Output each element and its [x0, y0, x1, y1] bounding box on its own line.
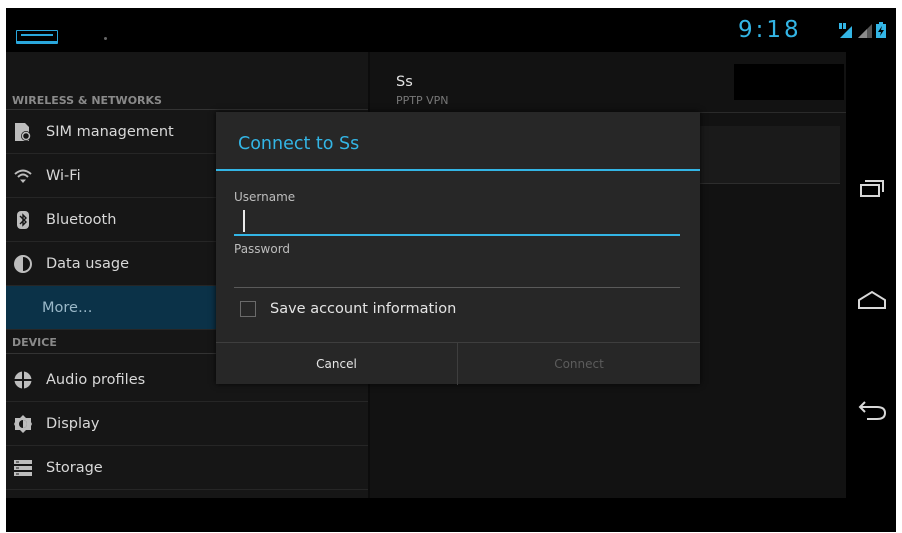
action-bar-area	[734, 64, 844, 100]
home-icon	[858, 290, 886, 309]
data-usage-icon	[14, 254, 32, 273]
sidebar-item-label: Wi-Fi	[46, 167, 81, 184]
save-account-row[interactable]: Save account information	[238, 298, 456, 320]
bottom-bar	[6, 498, 896, 532]
text-cursor	[243, 210, 245, 232]
connect-vpn-dialog: Connect to Ss Username Password Save acc…	[216, 112, 700, 385]
password-input[interactable]	[234, 258, 680, 288]
clock: 9:18	[738, 17, 802, 43]
data-activity-icon	[839, 23, 852, 38]
signal-icon	[858, 24, 872, 38]
connect-button[interactable]: Connect	[458, 343, 700, 385]
wifi-icon	[14, 167, 32, 185]
status-dot	[104, 37, 107, 40]
bluetooth-icon	[14, 210, 32, 229]
sidebar-item-label: Data usage	[46, 255, 129, 272]
sidebar-item-storage[interactable]: Storage	[6, 446, 368, 490]
list-item	[700, 126, 840, 184]
username-input[interactable]	[234, 206, 680, 236]
recent-apps-icon	[860, 180, 884, 197]
dialog-title-divider	[216, 169, 700, 171]
vpn-type: PPTP VPN	[396, 94, 449, 107]
display-icon	[14, 414, 32, 433]
battery-charging-icon	[876, 22, 886, 38]
sidebar-item-display[interactable]: Display	[6, 402, 368, 446]
back-button[interactable]	[848, 380, 896, 440]
dialog-title: Connect to Ss	[238, 134, 360, 154]
cancel-button[interactable]: Cancel	[216, 343, 458, 385]
sidebar-item-label: Bluetooth	[46, 211, 117, 228]
vpn-name: Ss	[396, 74, 413, 90]
storage-icon	[14, 459, 32, 477]
sidebar-item-label: Display	[46, 415, 100, 432]
sidebar-item-label: More…	[42, 299, 93, 316]
device-screen: 9:18 WIRELESS & NETWORKS SIM management …	[6, 8, 896, 532]
recent-apps-button[interactable]	[848, 158, 896, 218]
audio-profiles-icon	[14, 370, 32, 389]
navigation-bar	[848, 130, 896, 498]
status-bar: 9:18	[6, 8, 896, 48]
section-header-wireless: WIRELESS & NETWORKS	[6, 78, 368, 110]
dialog-button-bar: Cancel Connect	[216, 342, 700, 385]
sim-management-icon	[14, 122, 32, 141]
save-account-label: Save account information	[270, 301, 457, 317]
username-label: Username	[234, 190, 296, 204]
save-account-checkbox[interactable]	[240, 301, 256, 317]
password-label: Password	[234, 242, 291, 256]
sidebar-item-label: Audio profiles	[46, 371, 146, 388]
sidebar-item-label: SIM management	[46, 123, 174, 140]
sidebar-item-label: Storage	[46, 459, 103, 476]
back-icon	[858, 401, 887, 420]
home-button[interactable]	[848, 270, 896, 330]
app-notification-icon[interactable]	[16, 30, 58, 44]
